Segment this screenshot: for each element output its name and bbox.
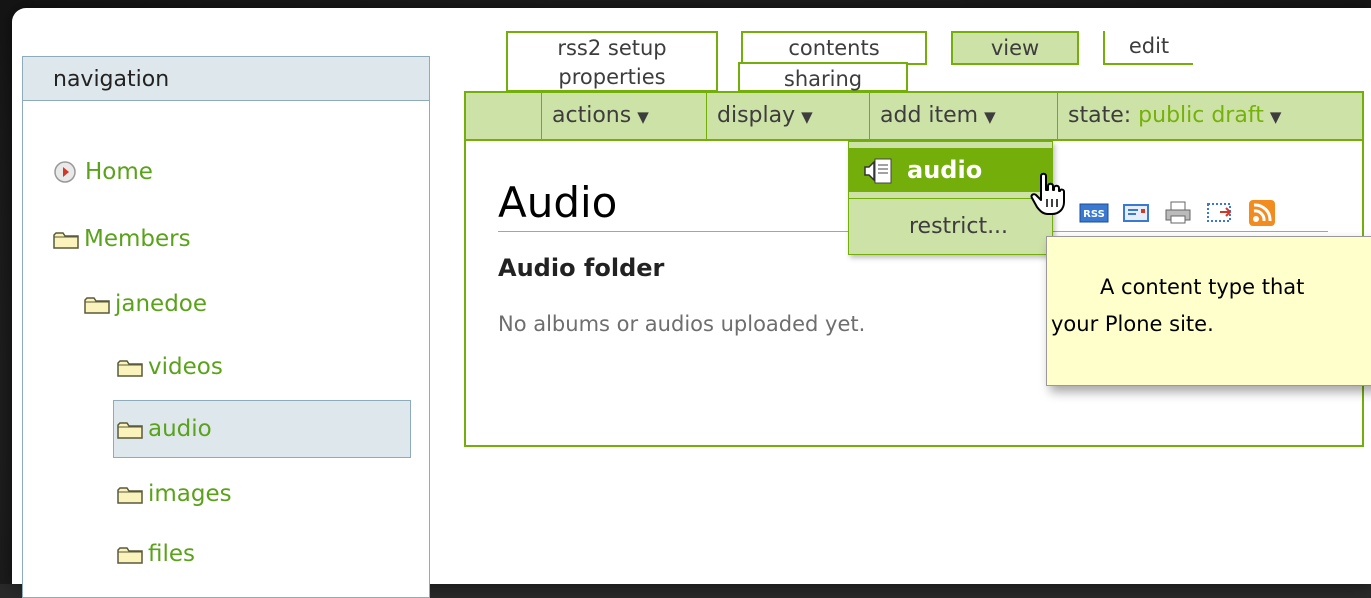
nav-item-files[interactable]: files (117, 526, 412, 582)
nav-item-label: janedoe (115, 291, 208, 317)
tab-label: rss2 setup (557, 36, 667, 60)
folder-icon (117, 359, 143, 377)
page-body-text: No albums or audios uploaded yet. (498, 312, 866, 336)
rss-icon[interactable]: RSS (1078, 198, 1110, 226)
display-label: display (717, 103, 796, 128)
state-menu[interactable]: state: public draft ▼ (1057, 93, 1362, 139)
nav-item-janedoe[interactable]: janedoe (84, 276, 414, 332)
feed-icon[interactable] (1246, 198, 1278, 226)
tab-label: view (990, 36, 1040, 60)
tooltip-line: your Plone site. (1051, 312, 1214, 336)
content-menubar: actions ▼ display ▼ add item ▼ state: publi… (464, 91, 1364, 141)
nav-item-label: Members (84, 226, 191, 252)
page-title: Audio (498, 178, 618, 227)
state-label: state: (1068, 103, 1132, 128)
add-item-menu[interactable]: add item ▼ (869, 93, 1057, 139)
print-icon[interactable] (1162, 198, 1194, 226)
mail-icon[interactable] (1120, 198, 1152, 226)
restrict-menu-item[interactable]: restrict... (909, 214, 1008, 239)
dropdown-separator (849, 198, 1053, 199)
tab-edit[interactable]: edit (1103, 31, 1193, 65)
home-icon (54, 161, 76, 183)
actions-menu[interactable]: actions ▼ (541, 93, 706, 139)
nav-item-label: files (148, 541, 196, 567)
tab-contents[interactable]: contents (741, 31, 927, 65)
dropdown-arrow-icon: ▼ (1269, 108, 1282, 126)
nav-item-members[interactable]: Members (53, 211, 423, 267)
dropdown-arrow-icon: ▼ (637, 108, 649, 126)
nav-item-videos[interactable]: videos (117, 339, 412, 395)
page-description: Audio folder (498, 254, 665, 282)
nav-item-label: Home (85, 159, 153, 185)
nav-item-label: audio (148, 416, 212, 442)
folder-icon (53, 231, 79, 249)
tooltip-line: A content type that (1100, 275, 1305, 299)
tab-sharing[interactable]: sharing (738, 62, 908, 92)
tab-view[interactable]: view (951, 31, 1079, 65)
hand-cursor-icon (1030, 172, 1065, 215)
nav-item-home[interactable]: Home (53, 144, 423, 200)
tab-properties[interactable]: properties (506, 62, 718, 92)
tab-rss2-setup[interactable]: rss2 setup (506, 31, 718, 65)
nav-item-label: images (148, 481, 232, 507)
navigation-title: navigation (23, 57, 429, 101)
add-item-label: add item (880, 103, 979, 128)
tab-label: edit (1128, 34, 1170, 58)
dropdown-arrow-icon: ▼ (801, 108, 813, 126)
nav-item-label: videos (148, 354, 223, 380)
document-actions: RSS (1078, 198, 1278, 228)
audio-file-icon (864, 158, 892, 184)
folder-icon (117, 546, 143, 564)
dropdown-item-label: audio (907, 156, 983, 184)
add-item-dropdown: audio restrict... (848, 141, 1053, 255)
tooltip: A content type that your Plone site. (1046, 236, 1371, 386)
display-menu[interactable]: display ▼ (706, 93, 869, 139)
dropdown-arrow-icon: ▼ (984, 108, 996, 126)
nav-item-images[interactable]: images (117, 466, 412, 522)
tab-label: sharing (783, 67, 863, 91)
tab-label: properties (558, 65, 666, 89)
dropdown-item-audio[interactable]: audio (849, 148, 1053, 192)
folder-icon (117, 421, 143, 439)
nav-item-audio[interactable]: audio (113, 400, 411, 458)
folder-icon (117, 486, 143, 504)
actions-label: actions (552, 103, 632, 128)
folder-icon (84, 296, 110, 314)
state-value: public draft (1138, 103, 1264, 128)
fullscreen-icon[interactable] (1204, 198, 1236, 226)
svg-text:RSS: RSS (1083, 209, 1105, 220)
tab-label: contents (788, 36, 880, 60)
